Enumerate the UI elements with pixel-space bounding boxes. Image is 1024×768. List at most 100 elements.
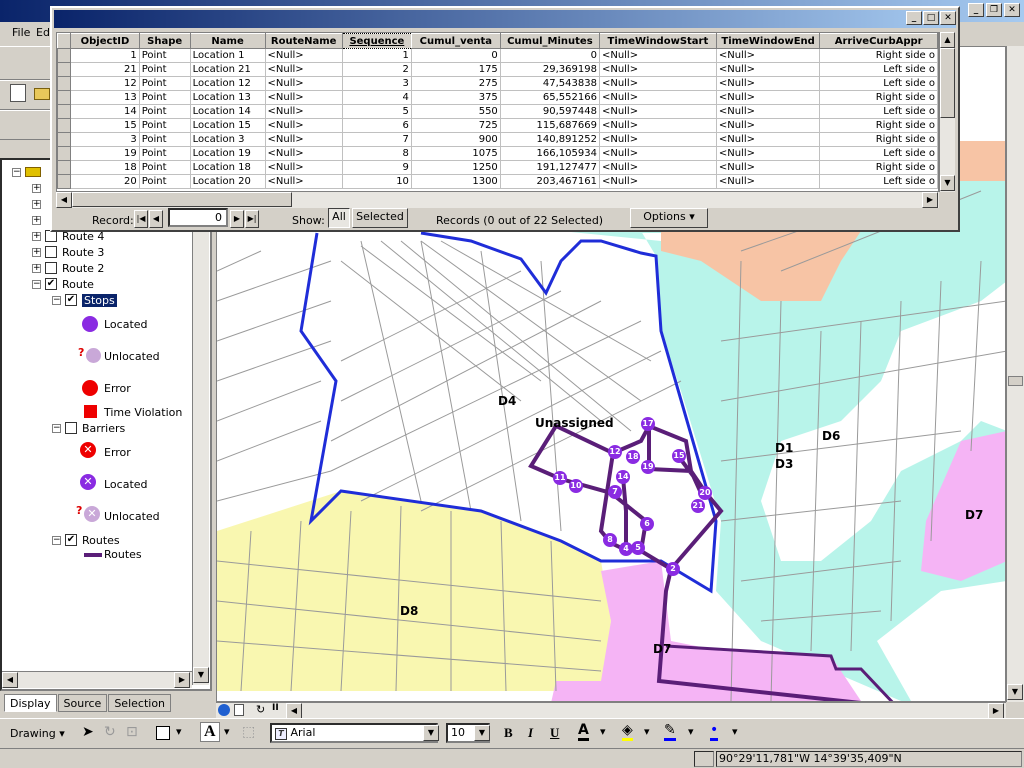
table-row[interactable]: 18 Point Location 18 <Null> 9 1250 191,127477 <… [57, 160, 938, 175]
column-header-routename[interactable]: RouteName [264, 33, 343, 49]
scroll-thumb[interactable] [72, 192, 292, 207]
row-selector[interactable] [57, 90, 72, 105]
toc-expander[interactable]: + [32, 212, 45, 228]
drawing-menu-button[interactable]: Drawing ▾ [10, 727, 65, 740]
record-number-input[interactable]: 0 [168, 208, 228, 227]
row-selector-header[interactable] [57, 33, 72, 49]
rectangle-tool-icon[interactable] [156, 726, 170, 740]
expand-icon[interactable]: + [32, 263, 41, 273]
table-row[interactable]: 1 Point Location 1 <Null> 1 0 0 <Null> <Null> Rig… [57, 48, 938, 63]
layer-checkbox[interactable] [65, 422, 77, 434]
scroll-thumb[interactable] [1008, 376, 1023, 386]
marker-color-icon[interactable]: • [710, 722, 719, 741]
bold-button[interactable]: B [504, 725, 513, 741]
column-header-name[interactable]: Name [189, 33, 266, 49]
maximize-button[interactable]: □ [923, 11, 939, 25]
restore-button[interactable]: ❐ [986, 3, 1002, 17]
expand-icon[interactable]: + [32, 199, 41, 209]
collapse-icon[interactable]: − [32, 279, 41, 289]
expand-icon[interactable]: + [32, 247, 41, 257]
underline-button[interactable]: U [550, 725, 559, 741]
row-selector[interactable] [57, 146, 72, 161]
expand-icon[interactable]: + [32, 183, 41, 193]
scroll-left-arrow[interactable]: ◀ [2, 672, 18, 688]
scroll-right-arrow[interactable]: ▶ [174, 672, 190, 688]
dropdown-arrow-icon[interactable]: ▾ [224, 725, 230, 738]
scroll-right-arrow[interactable]: ▶ [988, 703, 1004, 719]
show-all-button[interactable]: All [328, 208, 350, 228]
toc-sublayer-stops[interactable]: − ✔ Stops [52, 292, 117, 308]
grid-vertical-scrollbar[interactable]: ▲ ▼ [939, 32, 955, 192]
close-button[interactable]: ✕ [940, 11, 956, 25]
layer-checkbox[interactable] [45, 246, 57, 258]
table-row[interactable]: 12 Point Location 12 <Null> 3 275 47,543838 <Nu… [57, 76, 938, 91]
layer-checkbox[interactable]: ✔ [65, 534, 77, 546]
expand-icon[interactable]: + [32, 215, 41, 225]
scroll-down-arrow[interactable]: ▼ [1007, 684, 1023, 700]
column-header-arrivecurbappr[interactable]: ArriveCurbAppr [819, 33, 938, 49]
column-header-objectid[interactable]: ObjectID [70, 33, 140, 49]
toc-expander[interactable]: + [32, 180, 45, 196]
column-header-cumul-venta[interactable]: Cumul_venta [410, 33, 501, 49]
dropdown-arrow-icon[interactable]: ▾ [688, 725, 694, 738]
row-selector[interactable] [57, 174, 72, 189]
pause-icon[interactable]: II [272, 703, 279, 713]
globe-icon[interactable] [218, 704, 230, 716]
map-vertical-scrollbar[interactable]: ▼ [1006, 46, 1024, 702]
first-record-button[interactable]: |◀ [134, 210, 148, 228]
previous-record-button[interactable]: ◀ [149, 210, 163, 228]
row-selector[interactable] [57, 160, 72, 175]
tab-display[interactable]: Display [4, 694, 57, 712]
tab-selection[interactable]: Selection [108, 694, 172, 712]
scroll-right-arrow[interactable]: ▶ [922, 192, 938, 208]
text-tool-icon[interactable]: A [200, 722, 220, 742]
table-row[interactable]: 3 Point Location 3 <Null> 7 900 140,891252 <Nul… [57, 132, 938, 147]
toc-sublayer-routes[interactable]: − ✔ Routes [52, 532, 120, 548]
expand-icon[interactable]: + [32, 231, 41, 241]
fill-color-icon[interactable]: ◈ [622, 722, 633, 741]
table-row[interactable]: 19 Point Location 19 <Null> 8 1075 166,105934 <… [57, 146, 938, 161]
refresh-icon[interactable]: ↻ [256, 703, 265, 716]
row-selector[interactable] [57, 118, 72, 133]
row-selector[interactable] [57, 104, 72, 119]
collapse-icon[interactable]: − [52, 535, 61, 545]
layout-view-icon[interactable] [234, 704, 244, 716]
toc-layer-route-3[interactable]: + Route 3 [32, 244, 104, 260]
toc-horizontal-scrollbar[interactable]: ◀ ▶ [2, 671, 192, 688]
column-header-shape[interactable]: Shape [138, 33, 191, 49]
toc-vertical-scrollbar[interactable]: ▼ [192, 160, 209, 685]
collapse-icon[interactable]: − [52, 423, 61, 433]
dropdown-arrow-icon[interactable]: ▾ [644, 725, 650, 738]
scroll-down-arrow[interactable]: ▼ [940, 175, 955, 191]
options-button[interactable]: Options ▾ [630, 208, 708, 228]
select-elements-icon[interactable]: ➤ [82, 724, 94, 740]
scroll-left-arrow[interactable]: ◀ [56, 192, 72, 208]
scroll-left-arrow[interactable]: ◀ [286, 703, 302, 719]
close-button[interactable]: ✕ [1004, 3, 1020, 17]
scroll-down-arrow[interactable]: ▼ [193, 667, 209, 683]
open-folder-icon[interactable] [34, 88, 50, 100]
minimize-button[interactable]: _ [906, 11, 922, 25]
dropdown-arrow-icon[interactable]: ▾ [732, 725, 738, 738]
toc-layer-route-2[interactable]: + Route 2 [32, 260, 104, 276]
edit-vertices-icon[interactable]: ⬚ [242, 724, 255, 740]
collapse-icon[interactable]: − [12, 167, 21, 177]
toc-sublayer-barriers[interactable]: − Barriers [52, 420, 125, 436]
row-selector[interactable] [57, 76, 72, 91]
font-name-select[interactable]: T Arial [270, 723, 438, 743]
scroll-thumb[interactable] [940, 48, 955, 118]
menu-file[interactable]: File [12, 26, 30, 39]
grid-horizontal-scrollbar[interactable]: ◀ ▶ [56, 192, 939, 208]
dropdown-arrow-icon[interactable]: ▼ [423, 725, 439, 741]
dropdown-arrow-icon[interactable]: ▾ [600, 725, 606, 738]
column-header-timewindowstart[interactable]: TimeWindowStart [598, 33, 717, 49]
rotate-icon[interactable]: ↻ [104, 724, 116, 740]
layer-checkbox[interactable]: ✔ [45, 278, 57, 290]
new-document-icon[interactable] [10, 84, 26, 102]
row-selector[interactable] [57, 62, 72, 77]
menu-edit[interactable]: Ed [36, 26, 50, 39]
font-color-icon[interactable]: A [578, 722, 589, 741]
tab-source[interactable]: Source [57, 694, 108, 712]
italic-button[interactable]: I [528, 725, 533, 741]
map-horizontal-scrollbar[interactable]: ↻ II ◀ ▶ [216, 702, 1006, 719]
